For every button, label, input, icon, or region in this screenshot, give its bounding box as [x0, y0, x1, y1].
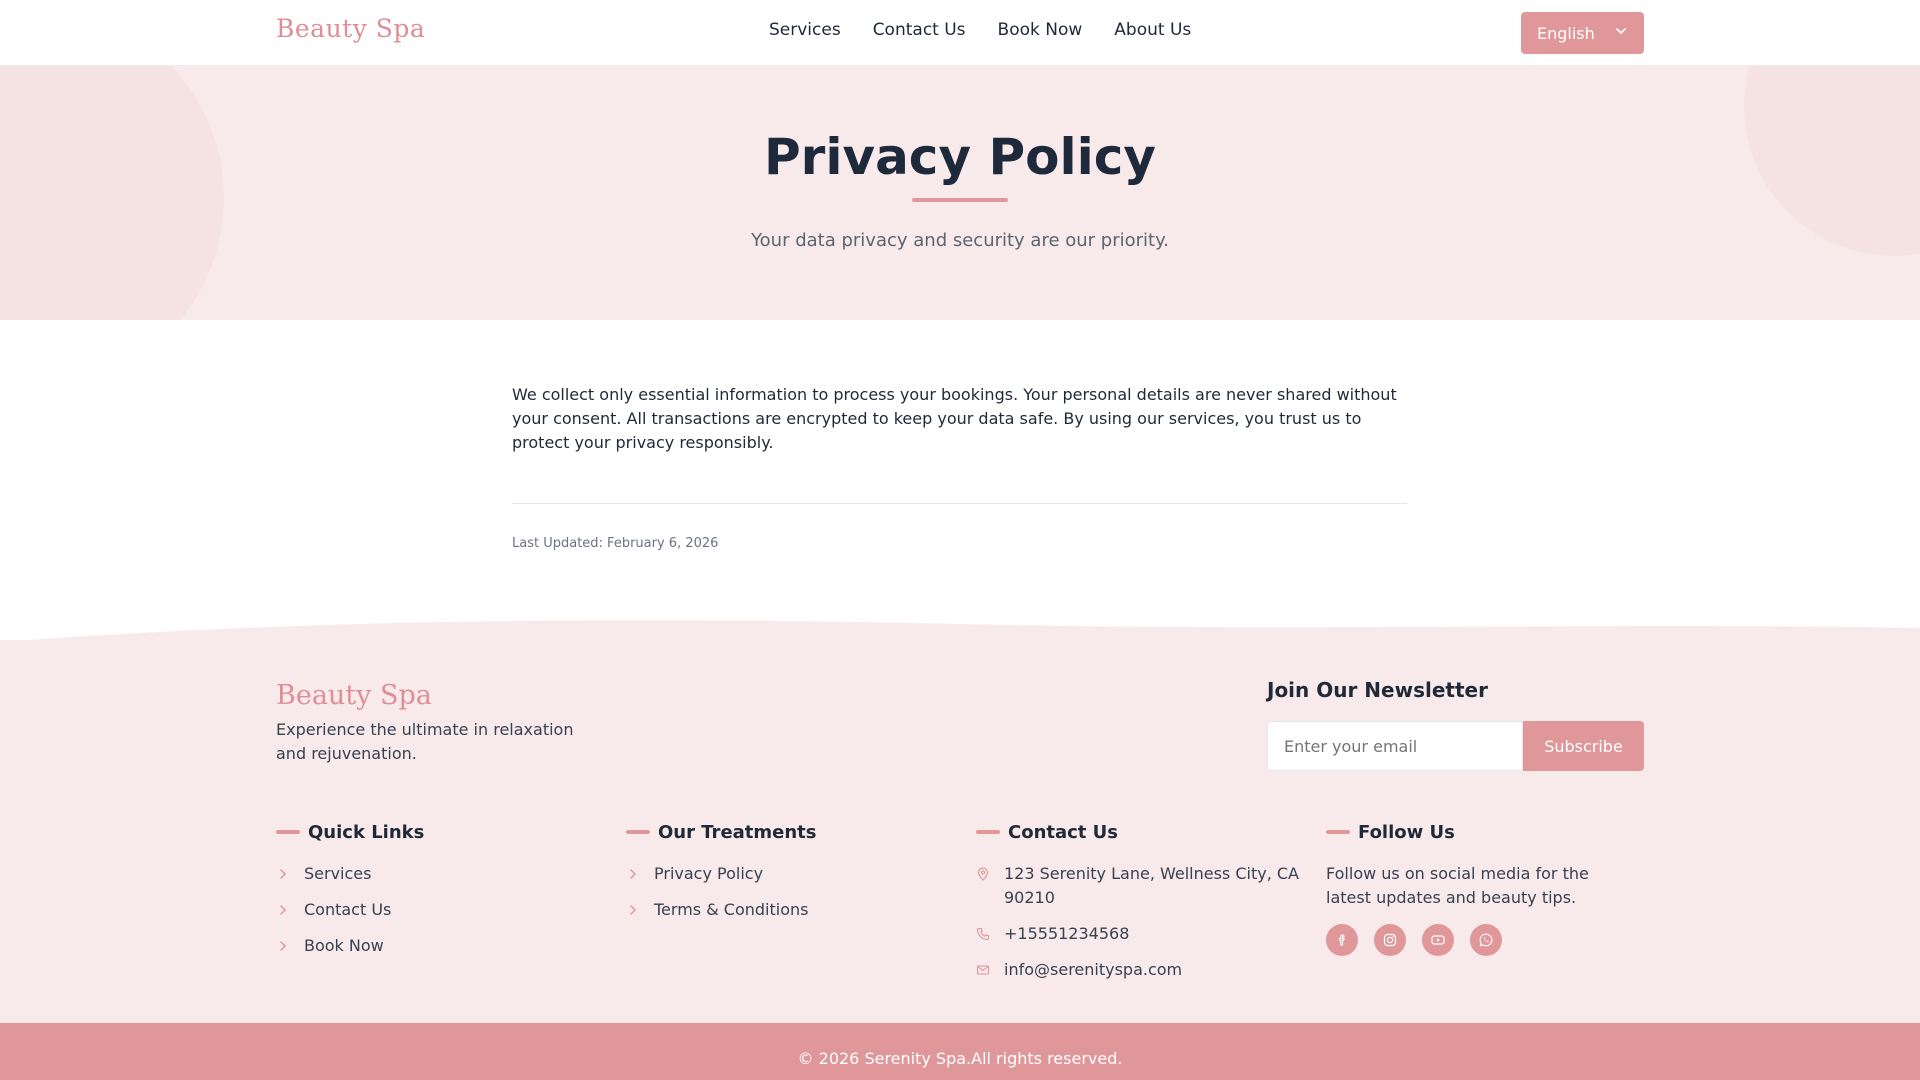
contact-address-text: 123 Serenity Lane, Wellness City, CA 902…: [1004, 864, 1299, 907]
contact-phone[interactable]: +15551234568: [976, 922, 1306, 946]
follow-text: Follow us on social media for the latest…: [1326, 864, 1589, 907]
contact-email[interactable]: info@serenityspa.com: [976, 958, 1306, 982]
chevron-down-icon: [1616, 28, 1626, 35]
facebook-link[interactable]: [1326, 924, 1358, 956]
contact-email-text[interactable]: info@serenityspa.com: [1004, 958, 1182, 982]
logo[interactable]: Beauty Spa: [276, 14, 425, 43]
treatments-heading: Our Treatments: [626, 820, 956, 844]
heading-accent-bar: [1326, 830, 1350, 834]
site-header: Beauty Spa Services Contact Us Book Now …: [0, 0, 1920, 66]
whatsapp-icon: [1479, 933, 1493, 947]
footer-link-terms[interactable]: Terms & Conditions: [626, 898, 956, 922]
contact-title: Contact Us: [1008, 821, 1119, 843]
footer-link-book-now[interactable]: Book Now: [276, 934, 606, 958]
nav-book-now[interactable]: Book Now: [998, 20, 1083, 40]
footer-link-label[interactable]: Book Now: [304, 934, 384, 958]
last-updated: Last Updated: February 6, 2026: [512, 536, 719, 551]
subscribe-button[interactable]: Subscribe: [1523, 721, 1644, 771]
nav-contact-us[interactable]: Contact Us: [873, 20, 966, 40]
facebook-icon: [1338, 934, 1345, 946]
site-footer: Beauty Spa Experience the ultimate in re…: [0, 640, 1920, 1023]
footer-link-label[interactable]: Terms & Conditions: [654, 898, 808, 922]
whatsapp-link[interactable]: [1470, 924, 1502, 956]
chevron-right-icon: [280, 941, 287, 951]
heading-accent-bar: [276, 830, 300, 834]
footer-logo[interactable]: Beauty Spa: [276, 680, 432, 711]
quick-links-column: Quick Links Services Contact Us Book Now: [276, 820, 606, 970]
newsletter-email-input[interactable]: [1267, 721, 1523, 771]
chevron-right-icon: [280, 869, 287, 879]
footer-link-privacy-policy[interactable]: Privacy Policy: [626, 862, 956, 886]
instagram-link[interactable]: [1374, 924, 1406, 956]
follow-column: Follow Us Follow us on social media for …: [1326, 820, 1656, 956]
chevron-right-icon: [630, 905, 637, 915]
youtube-link[interactable]: [1422, 924, 1454, 956]
phone-icon: [976, 927, 990, 941]
heading-accent-bar: [626, 830, 650, 834]
map-pin-icon: [977, 867, 989, 881]
contact-heading: Contact Us: [976, 820, 1306, 844]
social-links: [1326, 924, 1656, 956]
quick-links-title: Quick Links: [308, 821, 425, 843]
language-label: English: [1537, 23, 1595, 43]
footer-link-services[interactable]: Services: [276, 862, 606, 886]
mail-icon: [976, 965, 990, 975]
nav-about-us[interactable]: About Us: [1114, 20, 1191, 40]
copyright-text: © 2026 Serenity Spa.All rights reserved.: [797, 1049, 1123, 1068]
main-nav: Services Contact Us Book Now About Us: [769, 20, 1191, 40]
follow-title: Follow Us: [1358, 821, 1455, 843]
treatments-title: Our Treatments: [658, 821, 817, 843]
newsletter-title: Join Our Newsletter: [1267, 678, 1488, 702]
youtube-icon: [1431, 935, 1445, 945]
contact-phone-text[interactable]: +15551234568: [1004, 922, 1129, 946]
quick-links-heading: Quick Links: [276, 820, 606, 844]
follow-heading: Follow Us: [1326, 820, 1656, 844]
chevron-right-icon: [280, 905, 287, 915]
copyright-bar: © 2026 Serenity Spa.All rights reserved.: [0, 1023, 1920, 1080]
instagram-icon: [1383, 933, 1397, 947]
page-subtitle: Your data privacy and security are our p…: [751, 230, 1169, 251]
language-select[interactable]: English: [1521, 12, 1644, 54]
contact-column: Contact Us 123 Serenity Lane, Wellness C…: [976, 820, 1306, 994]
footer-link-label[interactable]: Privacy Policy: [654, 862, 763, 886]
divider: [512, 503, 1407, 504]
decorative-circle: [0, 66, 224, 320]
nav-services[interactable]: Services: [769, 20, 841, 40]
chevron-right-icon: [630, 869, 637, 879]
footer-link-label[interactable]: Services: [304, 862, 371, 886]
policy-paragraph: We collect only essential information to…: [512, 385, 1397, 452]
footer-link-contact-us[interactable]: Contact Us: [276, 898, 606, 922]
page-title: Privacy Policy: [764, 128, 1156, 186]
treatments-column: Our Treatments Privacy Policy Terms & Co…: [626, 820, 956, 934]
footer-link-label[interactable]: Contact Us: [304, 898, 391, 922]
policy-content: We collect only essential information to…: [512, 383, 1407, 551]
footer-tagline: Experience the ultimate in relaxation an…: [276, 720, 574, 763]
hero-banner: Privacy Policy Your data privacy and sec…: [0, 66, 1920, 320]
title-underline: [912, 198, 1008, 202]
contact-address: 123 Serenity Lane, Wellness City, CA 902…: [976, 862, 1306, 910]
heading-accent-bar: [976, 830, 1000, 834]
